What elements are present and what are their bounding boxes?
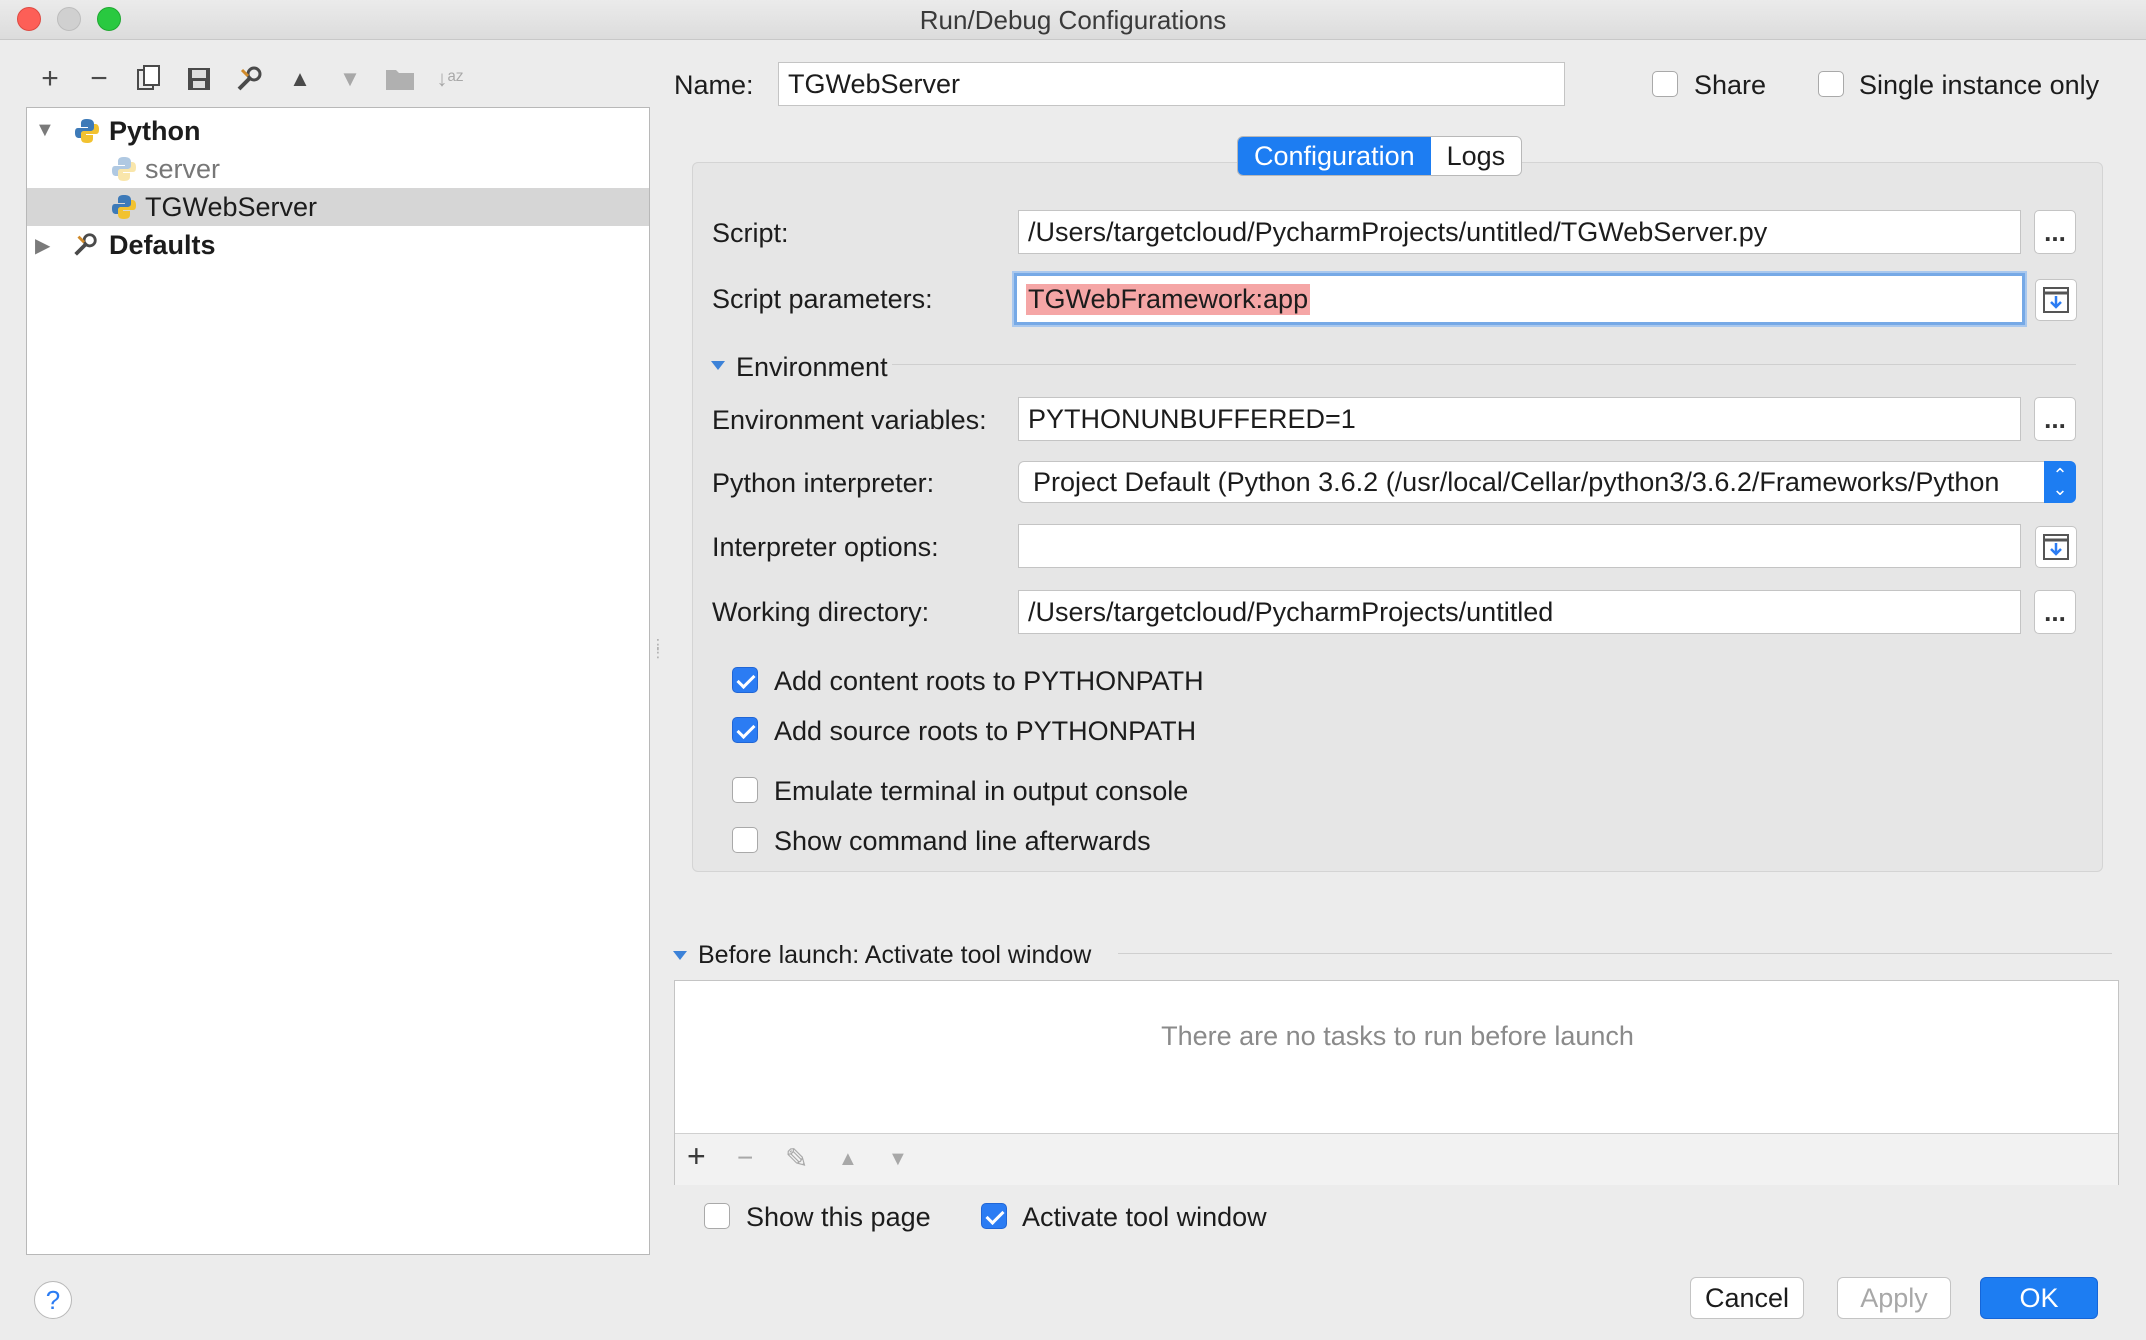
run-debug-dialog: Run/Debug Configurations + − ▲ ▼ ↓ᵃᶻ ▼ P… bbox=[0, 0, 2146, 1340]
python-icon bbox=[75, 119, 99, 143]
move-down-icon: ▼ bbox=[339, 66, 361, 91]
tab-logs[interactable]: Logs bbox=[1430, 137, 1522, 175]
window-title: Run/Debug Configurations bbox=[919, 5, 1227, 35]
tree-item-server[interactable]: server bbox=[27, 150, 649, 188]
name-field[interactable]: TGWebServer bbox=[778, 62, 1565, 106]
env-vars-field[interactable]: PYTHONUNBUFFERED=1 bbox=[1018, 397, 2021, 441]
show-page-checkbox[interactable] bbox=[704, 1203, 730, 1229]
tree-label-server: server bbox=[145, 153, 221, 184]
expand-field-icon bbox=[2043, 534, 2069, 560]
environment-label: Environment bbox=[736, 352, 888, 382]
interp-options-label: Interpreter options: bbox=[712, 532, 939, 562]
before-launch-collapse-icon[interactable] bbox=[673, 951, 687, 960]
tree-item-python[interactable]: ▼ Python bbox=[27, 112, 649, 150]
add-task-icon[interactable]: + bbox=[687, 1138, 706, 1175]
add-icon[interactable]: + bbox=[34, 62, 66, 96]
activate-tool-window-checkbox[interactable] bbox=[981, 1203, 1007, 1229]
share-label: Share bbox=[1694, 70, 1767, 100]
script-params-label: Script parameters: bbox=[712, 284, 933, 314]
share-checkbox[interactable] bbox=[1652, 71, 1678, 97]
tab-bar: Configuration Logs bbox=[1237, 136, 1523, 176]
splitter-handle[interactable]: ⋮ ⋮ bbox=[651, 637, 665, 670]
tree-item-tgwebserver[interactable]: TGWebServer bbox=[27, 188, 649, 226]
configuration-tree: ▼ Python server TGWebServer ▶ Defaults bbox=[26, 107, 650, 1255]
source-roots-label: Add source roots to PYTHONPATH bbox=[774, 716, 1197, 746]
content-roots-checkbox[interactable] bbox=[732, 667, 758, 693]
workdir-field[interactable]: /Users/targetcloud/PycharmProjects/untit… bbox=[1018, 590, 2021, 634]
collapse-arrow-icon[interactable]: ▼ bbox=[35, 119, 55, 142]
save-icon[interactable] bbox=[183, 62, 215, 96]
content-roots-label: Add content roots to PYTHONPATH bbox=[774, 666, 1204, 696]
tree-item-defaults[interactable]: ▶ Defaults bbox=[27, 226, 649, 264]
sort-icon: ↓ᵃᶻ bbox=[436, 66, 464, 91]
single-instance-label: Single instance only bbox=[1859, 70, 2100, 100]
title-bar: Run/Debug Configurations bbox=[0, 0, 2146, 40]
emulate-terminal-label: Emulate terminal in output console bbox=[774, 776, 1189, 806]
interpreter-dropdown-icon[interactable]: ⌃ ⌄ bbox=[2044, 461, 2076, 503]
expand-arrow-icon[interactable]: ▶ bbox=[35, 233, 50, 258]
move-up-icon[interactable]: ▲ bbox=[284, 62, 316, 96]
no-tasks-text: There are no tasks to run before launch bbox=[1161, 1021, 1634, 1051]
wrench-icon bbox=[74, 233, 97, 256]
wrench-icon[interactable] bbox=[233, 62, 265, 96]
env-vars-browse-button[interactable]: ... bbox=[2034, 397, 2076, 441]
interpreter-select[interactable]: Project Default (Python 3.6.2 (/usr/loca… bbox=[1018, 461, 2076, 503]
expand-interp-options-button[interactable] bbox=[2035, 526, 2077, 568]
emulate-terminal-checkbox[interactable] bbox=[732, 777, 758, 803]
apply-button: Apply bbox=[1837, 1277, 1951, 1319]
before-launch-separator bbox=[1118, 953, 2112, 954]
cancel-button[interactable]: Cancel bbox=[1690, 1277, 1804, 1319]
name-label: Name: bbox=[674, 70, 754, 100]
script-field[interactable]: /Users/targetcloud/PycharmProjects/untit… bbox=[1018, 210, 2021, 254]
remove-icon[interactable]: − bbox=[83, 62, 115, 96]
remove-task-icon: − bbox=[737, 1142, 754, 1173]
script-browse-button[interactable]: ... bbox=[2034, 210, 2076, 254]
workdir-browse-button[interactable]: ... bbox=[2034, 590, 2076, 634]
tree-label-defaults: Defaults bbox=[109, 229, 216, 260]
source-roots-checkbox[interactable] bbox=[732, 717, 758, 743]
interpreter-label: Python interpreter: bbox=[712, 468, 935, 498]
tree-label-tgwebserver: TGWebServer bbox=[145, 191, 318, 222]
script-label: Script: bbox=[712, 218, 789, 248]
move-task-up-icon: ▲ bbox=[838, 1148, 858, 1170]
env-vars-label: Environment variables: bbox=[712, 405, 987, 435]
edit-task-icon: ✎ bbox=[785, 1143, 809, 1174]
tab-configuration[interactable]: Configuration bbox=[1238, 137, 1431, 175]
interpreter-value: Project Default (Python 3.6.2 (/usr/loca… bbox=[1033, 466, 2000, 497]
configuration-panel bbox=[692, 162, 2103, 872]
python-file-icon bbox=[112, 157, 136, 181]
ok-button[interactable]: OK bbox=[1980, 1277, 2098, 1319]
workdir-label: Working directory: bbox=[712, 597, 930, 627]
single-instance-checkbox[interactable] bbox=[1818, 71, 1844, 97]
expand-field-icon bbox=[2043, 287, 2069, 313]
environment-collapse-icon[interactable] bbox=[711, 361, 725, 370]
task-toolbar: + − ✎ ▲ ▼ bbox=[675, 1133, 2118, 1185]
before-launch-task-list: There are no tasks to run before launch … bbox=[674, 980, 2119, 1185]
copy-icon[interactable] bbox=[133, 62, 165, 96]
help-button[interactable]: ? bbox=[34, 1281, 72, 1319]
script-params-field[interactable]: TGWebFramework:app bbox=[1014, 273, 2025, 325]
interp-options-field[interactable] bbox=[1018, 524, 2021, 568]
show-page-label: Show this page bbox=[746, 1202, 931, 1232]
activate-tool-window-label: Activate tool window bbox=[1022, 1202, 1267, 1232]
tree-label-python: Python bbox=[109, 115, 201, 146]
move-task-down-icon: ▼ bbox=[888, 1148, 908, 1170]
show-command-line-label: Show command line afterwards bbox=[774, 826, 1151, 856]
expand-params-button[interactable] bbox=[2035, 279, 2077, 321]
python-file-icon bbox=[112, 195, 136, 219]
before-launch-title: Before launch: Activate tool window bbox=[698, 941, 1092, 969]
environment-separator bbox=[892, 364, 2076, 365]
show-command-line-checkbox[interactable] bbox=[732, 827, 758, 853]
folder-icon bbox=[384, 62, 416, 96]
script-params-value: TGWebFramework:app bbox=[1026, 283, 1311, 315]
